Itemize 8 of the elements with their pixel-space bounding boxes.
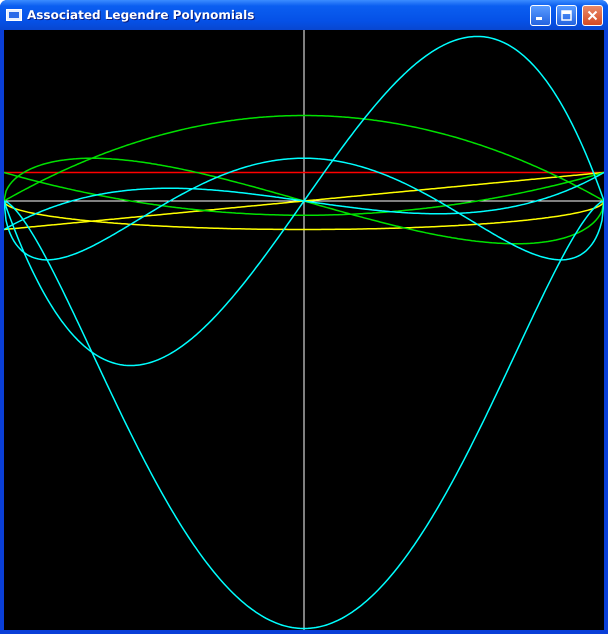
close-button[interactable]: [582, 4, 603, 26]
window-icon: [6, 9, 22, 21]
window-title: Associated Legendre Polynomials: [27, 8, 256, 22]
maximize-button[interactable]: [556, 4, 577, 26]
close-icon: [587, 10, 598, 20]
maximize-icon: [561, 10, 572, 20]
minimize-icon: [536, 17, 542, 20]
minimize-button[interactable]: [530, 4, 551, 26]
